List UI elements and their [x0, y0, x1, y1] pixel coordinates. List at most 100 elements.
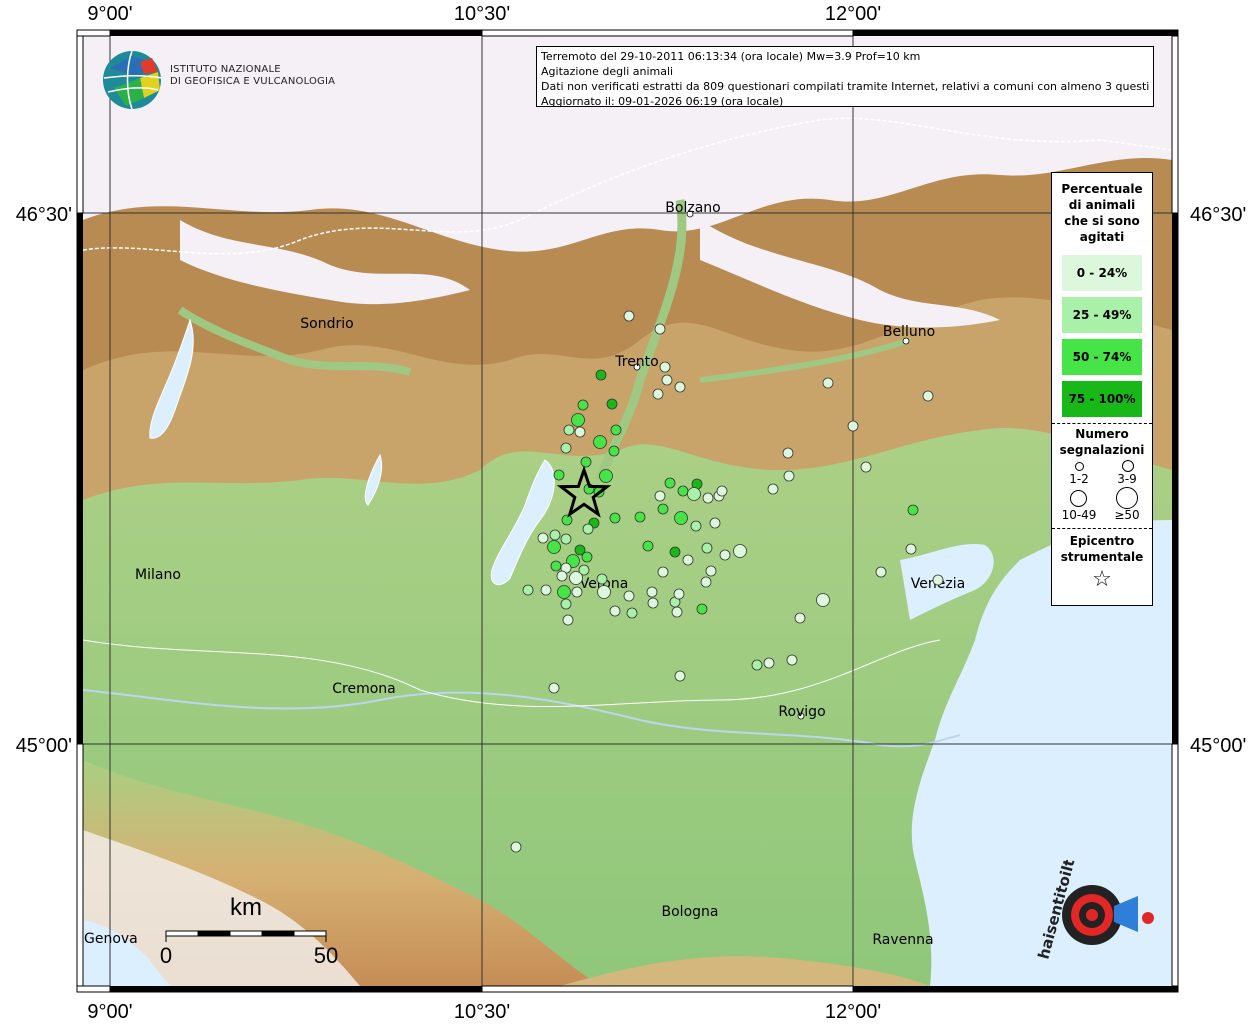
scale-end: 50	[314, 943, 338, 968]
observation-point	[548, 682, 560, 694]
observation-point	[847, 420, 859, 432]
terrain-layer	[83, 36, 1172, 986]
observation-point	[609, 605, 621, 617]
observation-point	[634, 511, 646, 523]
scale-start: 0	[160, 943, 172, 968]
observation-point	[682, 554, 694, 566]
observation-point	[571, 586, 583, 598]
ingv-name-line2: DI GEOFISICA E VULCANOLOGIA	[170, 76, 336, 87]
observation-point	[654, 490, 666, 502]
city-label-genova: Genova	[84, 931, 138, 947]
event-info-line3: Dati non verificati estratti da 809 ques…	[541, 80, 1149, 93]
observation-point	[557, 585, 571, 599]
observation-point	[623, 310, 635, 322]
observation-point	[875, 566, 887, 578]
observation-point	[702, 492, 714, 504]
city-label-bologna: Bologna	[662, 904, 719, 920]
observation-point	[783, 470, 795, 482]
observation-point	[547, 540, 561, 554]
observation-point	[597, 585, 611, 599]
observation-point	[562, 614, 574, 626]
ingv-logo: ISTITUTO NAZIONALE DI GEOFISICA E VULCAN…	[100, 48, 335, 112]
observation-point	[599, 469, 613, 483]
count-label-10-49: 10-49	[1061, 508, 1097, 522]
observation-point	[860, 461, 872, 473]
observation-point	[690, 520, 702, 532]
lon-label-top-2: 10°30'	[454, 3, 510, 25]
observation-point	[610, 424, 622, 436]
lon-label-bottom-2: 10°30'	[454, 1001, 510, 1023]
observation-point	[671, 606, 683, 618]
observation-point	[646, 586, 658, 598]
observation-point	[560, 533, 572, 545]
legend-divider-2	[1052, 528, 1152, 529]
observation-point	[709, 517, 721, 529]
count-size-50-icon	[1116, 487, 1138, 509]
observation-point	[657, 566, 669, 578]
observation-point	[652, 388, 664, 400]
epicentre-legend-title: Epicentro strumentale	[1060, 534, 1144, 564]
observation-point	[700, 576, 712, 588]
city-label-belluno: Belluno	[883, 324, 935, 340]
event-info-line4: Aggiornato il: 09-01-2026 06:19 (ora loc…	[541, 95, 784, 108]
lon-label-top-3: 12°00'	[825, 3, 881, 25]
observation-point	[822, 377, 834, 389]
observation-point	[674, 381, 686, 393]
city-label-bolzano: Bolzano	[665, 200, 720, 216]
city-label-sondrio: Sondrio	[300, 316, 353, 332]
city-label-trento: Trento	[614, 354, 658, 370]
lat-label-left-2: 45°00'	[16, 735, 72, 757]
observation-point	[560, 598, 572, 610]
event-info-line1: Terremoto del 29-10-2011 06:13:34 (ora l…	[541, 50, 921, 63]
observation-point	[669, 546, 681, 558]
count-label-3-9: 3-9	[1117, 472, 1137, 486]
observation-point	[654, 323, 666, 335]
observation-point	[767, 483, 779, 495]
count-legend: 1-2 3-9 10-49 ≥50	[1052, 458, 1152, 522]
observation-point	[657, 503, 669, 515]
observation-point	[581, 551, 593, 563]
lat-label-left-1: 46°30'	[16, 204, 72, 226]
observation-point	[577, 399, 589, 411]
count-legend-title: Numero segnalazioni	[1059, 427, 1145, 457]
observation-point	[540, 584, 552, 596]
observation-point	[677, 485, 689, 497]
observation-point	[674, 511, 688, 525]
observation-point	[560, 442, 572, 454]
lat-label-right-1: 46°30'	[1190, 204, 1246, 226]
observation-point	[701, 542, 713, 554]
legend-class-25-49: 25 - 49%	[1062, 297, 1142, 333]
haisentito-logo: haisentitoilterremoto.it	[1030, 764, 1160, 980]
observation-point	[696, 603, 708, 615]
observation-point	[593, 435, 607, 449]
observation-point	[642, 540, 654, 552]
observation-point	[763, 657, 775, 669]
observation-point	[907, 504, 919, 516]
epicentre-legend-star-icon: ☆	[1092, 567, 1112, 592]
observation-point	[556, 570, 568, 582]
city-label-cremona: Cremona	[332, 681, 396, 697]
observation-point	[687, 487, 701, 501]
map-legend: Percentuale di animali che si sono agita…	[1051, 172, 1153, 606]
observation-point	[561, 514, 573, 526]
observation-point	[608, 445, 620, 457]
legend-class-0-24: 0 - 24%	[1062, 255, 1142, 291]
city-label-rovigo: Rovigo	[778, 704, 825, 720]
observation-point	[574, 426, 586, 438]
count-label-50: ≥50	[1114, 508, 1140, 522]
lat-label-right-2: 45°00'	[1190, 735, 1246, 757]
legend-class-75-100: 75 - 100%	[1062, 381, 1142, 417]
observation-point	[794, 612, 806, 624]
observation-point	[522, 584, 534, 596]
observation-point	[751, 659, 763, 671]
legend-divider	[1052, 423, 1152, 424]
legend-title: Percentuale di animali che si sono agita…	[1061, 182, 1143, 244]
observation-point	[674, 670, 686, 682]
observation-point	[582, 523, 594, 535]
observation-point	[673, 588, 685, 600]
observation-point	[719, 549, 731, 561]
city-label-ravenna: Ravenna	[872, 932, 933, 948]
observation-point	[623, 590, 635, 602]
observation-point	[626, 607, 638, 619]
city-label-milano: Milano	[135, 567, 181, 583]
